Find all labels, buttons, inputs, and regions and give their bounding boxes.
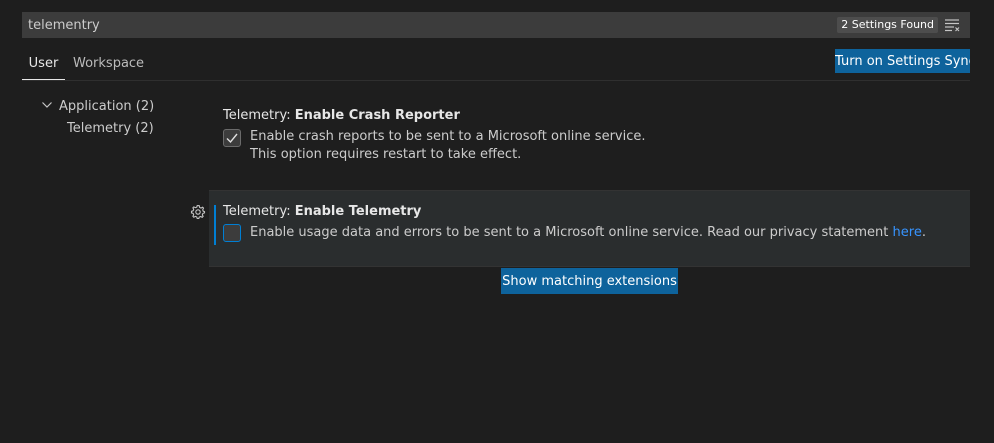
- check-icon: [226, 133, 238, 144]
- setting-title: Telemetry: Enable Telemetry: [223, 204, 421, 219]
- tree-item-application-label: Application (2): [59, 99, 155, 114]
- setting-enable-telemetry: Telemetry: Enable Telemetry Enable usage…: [209, 190, 970, 267]
- setting-title: Telemetry: Enable Crash Reporter: [223, 108, 460, 123]
- tree-item-application[interactable]: Application (2): [40, 97, 154, 117]
- setting-description: Enable usage data and errors to be sent …: [250, 224, 926, 242]
- setting-description-line: Enable crash reports to be sent to a Mic…: [250, 129, 646, 144]
- tab-user[interactable]: User: [22, 48, 65, 80]
- setting-name: Enable Crash Reporter: [294, 108, 460, 123]
- setting-category: Telemetry:: [223, 204, 295, 219]
- gear-icon[interactable]: [190, 204, 206, 220]
- tree-item-telemetry[interactable]: Telemetry (2): [67, 119, 154, 139]
- privacy-statement-link[interactable]: here: [893, 225, 922, 240]
- focus-indicator: [214, 205, 216, 245]
- show-matching-extensions-button[interactable]: Show matching extensions: [501, 268, 678, 294]
- setting-enable-crash-reporter: Telemetry: Enable Crash Reporter Enable …: [209, 100, 970, 176]
- chevron-down-icon: [42, 102, 52, 108]
- setting-name: Enable Telemetry: [294, 204, 422, 219]
- turn-on-settings-sync-button[interactable]: Turn on Settings Sync: [835, 49, 970, 73]
- crash-reporter-checkbox[interactable]: [223, 129, 241, 147]
- tab-workspace[interactable]: Workspace: [73, 48, 144, 80]
- setting-description: Enable crash reports to be sent to a Mic…: [250, 128, 646, 164]
- search-bar: 2 Settings Found: [22, 12, 970, 38]
- telemetry-checkbox[interactable]: [223, 224, 241, 242]
- search-input[interactable]: [28, 12, 628, 38]
- setting-description-end: .: [921, 225, 926, 240]
- settings-found-badge: 2 Settings Found: [837, 17, 938, 33]
- setting-category: Telemetry:: [223, 108, 295, 123]
- filter-icon[interactable]: [944, 18, 960, 32]
- settings-editor: 2 Settings Found User Workspace Turn on …: [0, 0, 994, 443]
- tabs-divider: [22, 80, 970, 81]
- setting-description-line: This option requires restart to take eff…: [250, 147, 522, 162]
- setting-description-text: Enable usage data and errors to be sent …: [250, 225, 893, 240]
